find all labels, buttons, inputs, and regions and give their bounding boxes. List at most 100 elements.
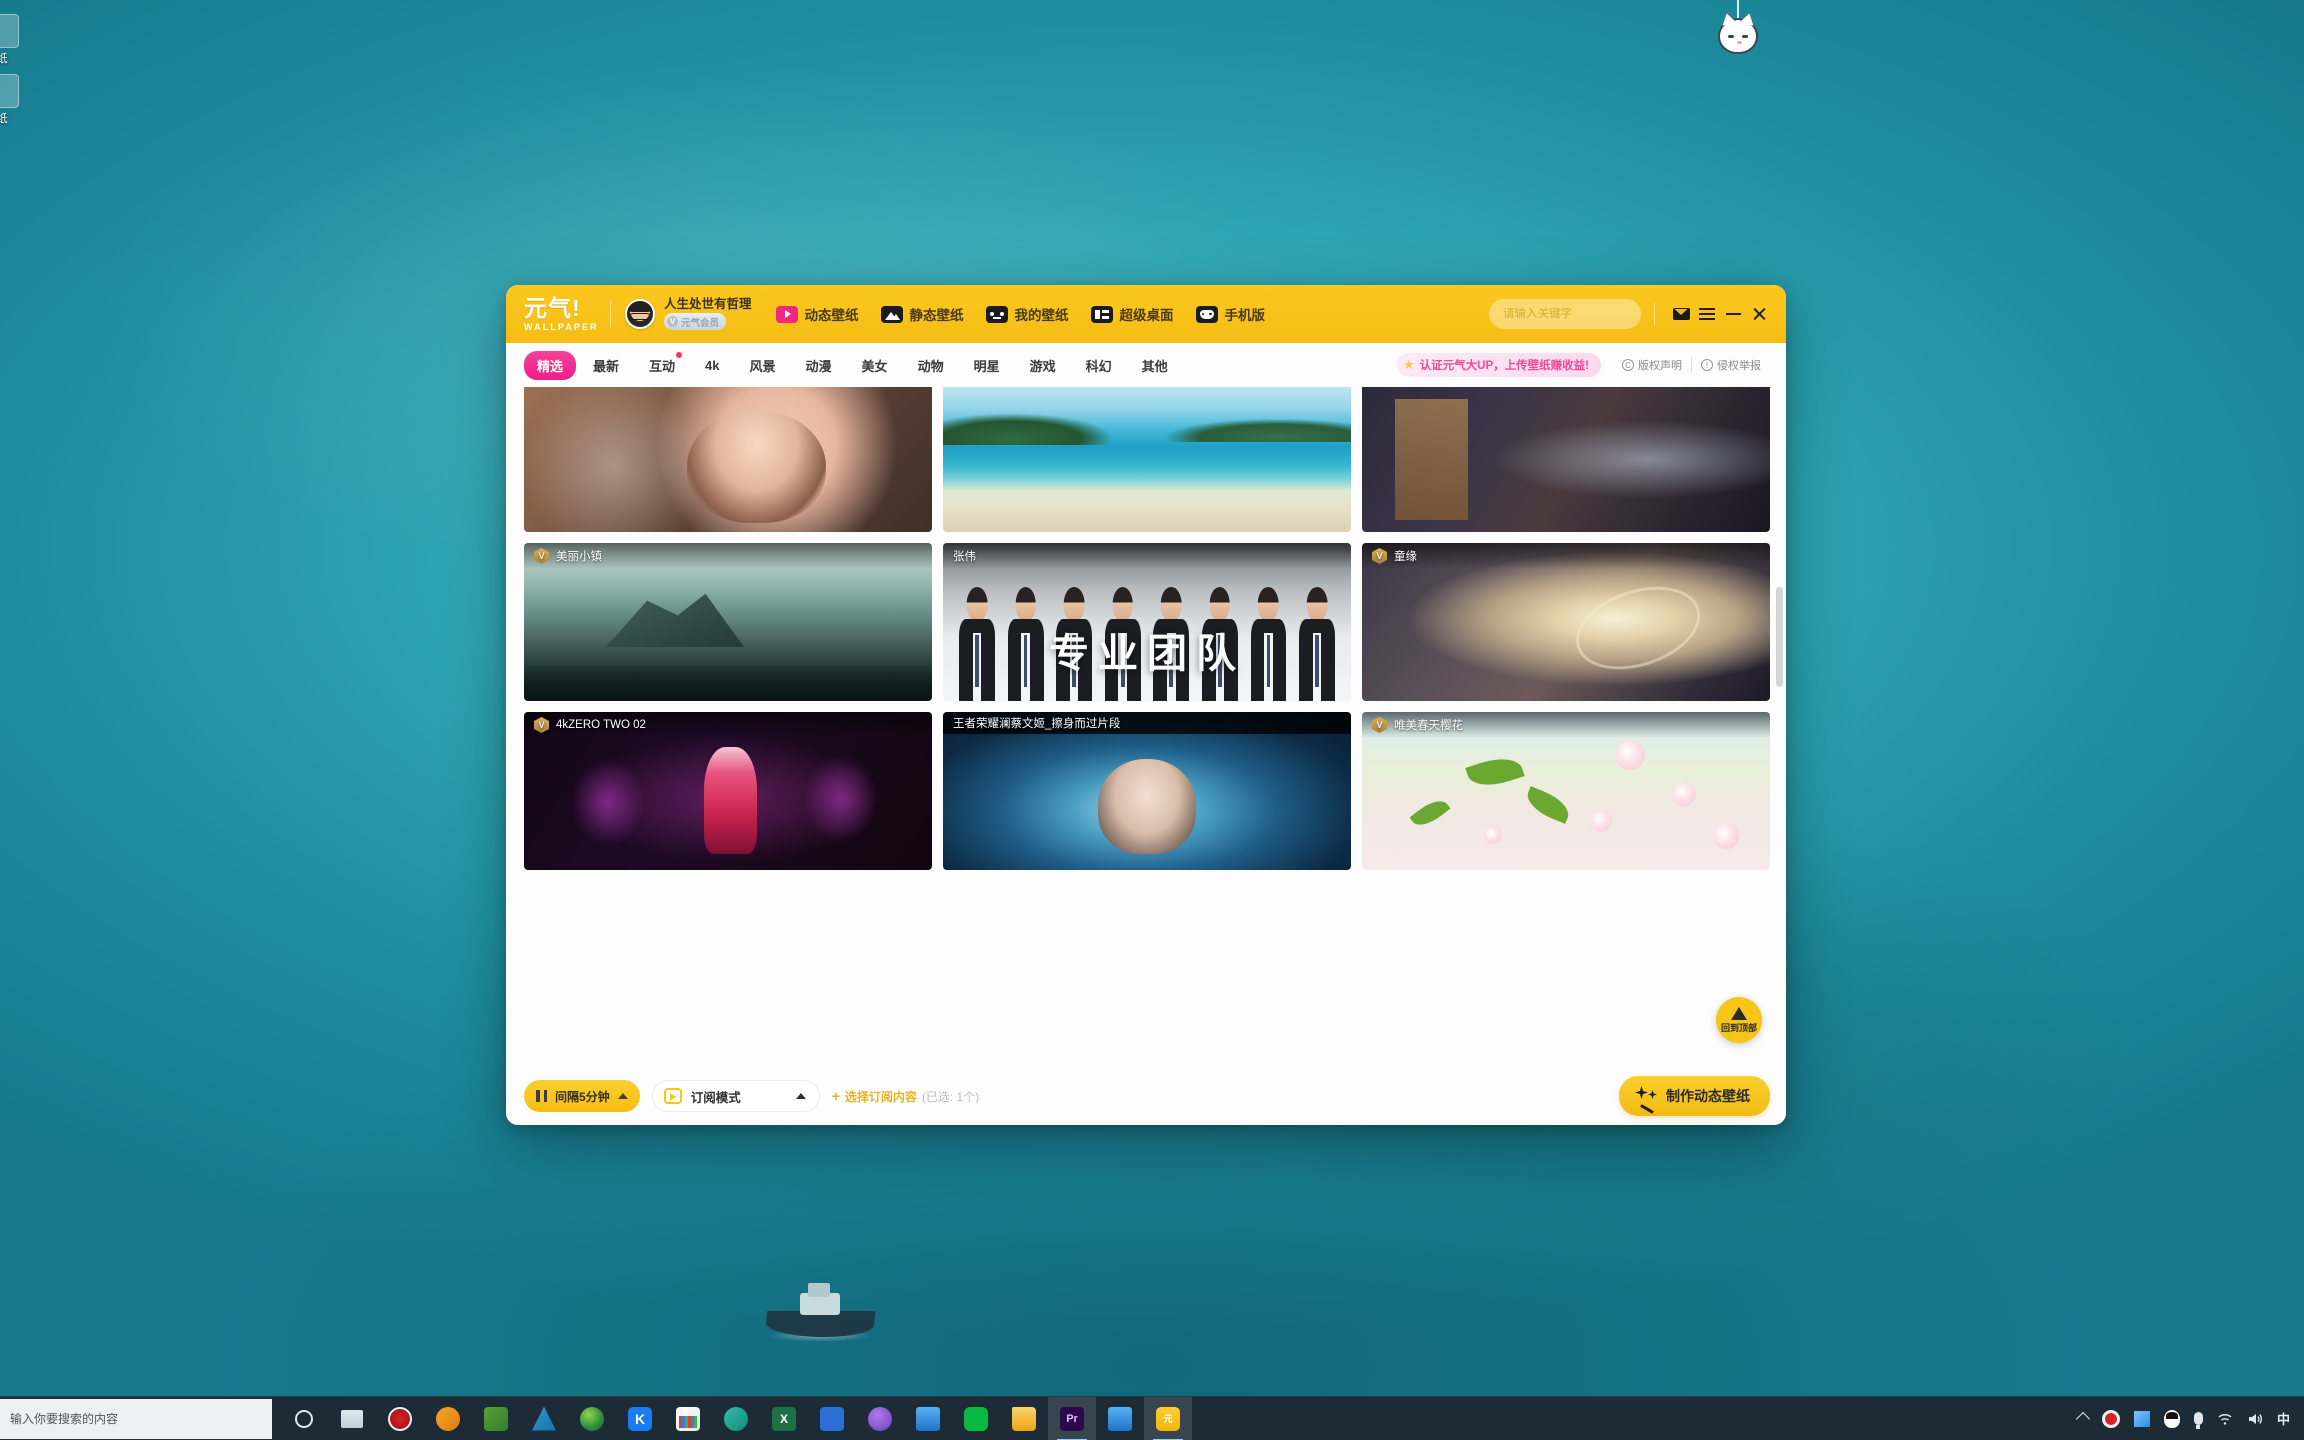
search-input[interactable] [1503, 308, 1657, 320]
taskbar-app-kugou[interactable]: K [616, 1397, 664, 1440]
screen-recorder-icon [388, 1406, 412, 1431]
nav-label: 静态壁纸 [909, 308, 964, 323]
volume-icon [2248, 1413, 2262, 1424]
tray-blue-app-icon[interactable] [2133, 1410, 2150, 1427]
user-profile[interactable]: 人生处世有哲理 V 元气会员 [625, 297, 752, 331]
taskbar-search-box[interactable]: 输入你要搜索的内容 [0, 1398, 272, 1439]
kugou-icon: K [628, 1406, 652, 1431]
make-dynamic-wallpaper-button[interactable]: 制作动态壁纸 [1619, 1076, 1770, 1116]
wallpaper-card[interactable]: V 4kZERO TWO 02 [524, 712, 932, 870]
mode-select[interactable]: 订阅模式 [651, 1080, 820, 1112]
interval-button[interactable]: 间隔5分钟 [524, 1080, 640, 1112]
wallpaper-card[interactable] [524, 387, 932, 532]
taskbar-app-file-explorer[interactable] [1000, 1397, 1048, 1440]
taskbar-app-wechat[interactable] [952, 1397, 1000, 1440]
close-icon [1752, 307, 1767, 322]
tab-meinv[interactable]: 美女 [849, 351, 901, 380]
app-logo[interactable]: 元气! WALLPAPER [524, 293, 600, 335]
tab-jingxuan[interactable]: 精选 [524, 350, 577, 380]
wallpaper-grid: V 美丽小镇 专业团队 张伟 V 童缘 V 4kZERO TWO 02 王者荣耀… [524, 387, 1770, 870]
taskbar-app-task-view[interactable] [328, 1397, 376, 1440]
cat-nose-icon [1737, 41, 1742, 44]
taskbar-app-office[interactable] [904, 1397, 952, 1440]
taskbar-app-excel[interactable]: X [760, 1397, 808, 1440]
tray-ime-indicator[interactable]: 中 [2277, 1409, 2290, 1428]
nav-item-super-desktop[interactable]: 超级桌面 [1090, 304, 1174, 324]
show-hidden-icons-button[interactable] [2075, 1411, 2091, 1426]
avatar[interactable] [625, 299, 655, 329]
taskbar-app-screen-recorder[interactable] [376, 1397, 424, 1440]
taskbar-app-browser[interactable] [568, 1397, 616, 1440]
taskbar-app-teal[interactable] [712, 1397, 760, 1440]
tray-wifi-icon[interactable] [2217, 1412, 2233, 1426]
my-wallpaper-icon [985, 305, 1008, 323]
vip-badge[interactable]: V 元气会员 [664, 313, 727, 331]
cat-ornament-widget[interactable] [1712, 0, 1764, 56]
tab-qita[interactable]: 其他 [1129, 351, 1181, 380]
wallpaper-card[interactable]: 王者荣耀澜蔡文姬_擦身而过片段 [943, 712, 1351, 870]
search-box[interactable] [1489, 299, 1657, 329]
taskbar-app-autocad[interactable] [520, 1397, 568, 1440]
pause-icon [536, 1090, 547, 1102]
app-bottom-bar: 间隔5分钟 订阅模式 + 选择订阅内容 (已选: 1个) 制作动态壁纸 [506, 1067, 1786, 1125]
green-app-icon [484, 1406, 508, 1431]
wallpaper-card[interactable]: V 美丽小镇 [524, 543, 932, 701]
mail-button[interactable] [1668, 301, 1694, 327]
wallpaper-card[interactable]: V 童缘 [1362, 543, 1770, 701]
nav-item-mobile-version[interactable]: 手机版 [1195, 304, 1265, 324]
vip-wallpaper-icon: V [534, 548, 549, 564]
tab-kehuan[interactable]: 科幻 [1073, 351, 1125, 380]
tab-zuixin[interactable]: 最新 [580, 351, 632, 380]
tab-dongman[interactable]: 动漫 [793, 351, 845, 380]
tray-recorder-icon[interactable] [2101, 1409, 2120, 1428]
desktop-icon[interactable]: 纸 [0, 14, 32, 66]
taskbar-app-store[interactable] [1096, 1397, 1144, 1440]
taskbar-app-premiere[interactable]: Pr [1048, 1396, 1096, 1440]
tab-4k[interactable]: 4k [692, 353, 732, 378]
nav-item-my-wallpaper[interactable]: 我的壁纸 [985, 304, 1069, 324]
wallpaper-card[interactable] [943, 387, 1351, 532]
infringement-report-link[interactable]: ! 侵权举报 [1691, 357, 1770, 373]
taskbar-app-cortana[interactable] [280, 1397, 328, 1440]
close-button[interactable] [1746, 301, 1772, 327]
back-to-top-button[interactable]: 回到顶部 [1716, 997, 1762, 1043]
legal-label: 版权声明 [1638, 360, 1682, 372]
vertical-scrollbar[interactable] [1776, 587, 1783, 687]
nav-item-static-wallpaper[interactable]: 静态壁纸 [880, 304, 964, 324]
taskbar-app-orange[interactable] [424, 1397, 472, 1440]
tab-mingxing[interactable]: 明星 [961, 351, 1013, 380]
taskbar-app-purple[interactable] [856, 1397, 904, 1440]
taskbar-app-chart[interactable] [664, 1397, 712, 1440]
minimize-button[interactable] [1720, 301, 1746, 327]
wallpaper-grid-container: V 美丽小镇 专业团队 张伟 V 童缘 V 4kZERO TWO 02 王者荣耀… [506, 387, 1786, 1067]
select-subscription-content-button[interactable]: + 选择订阅内容 (已选: 1个) [832, 1088, 980, 1105]
taskbar-app-blue[interactable] [808, 1397, 856, 1440]
nav-item-dynamic-wallpaper[interactable]: 动态壁纸 [775, 304, 859, 324]
copyright-statement-link[interactable]: C 版权声明 [1613, 357, 1691, 373]
minimize-icon [1725, 313, 1741, 315]
legal-label: 侵权举报 [1717, 360, 1761, 372]
taskbar-app-green[interactable] [472, 1397, 520, 1440]
wallpaper-thumbnail [1362, 387, 1770, 532]
wallpaper-thumbnail [943, 387, 1351, 532]
tab-dongwu[interactable]: 动物 [905, 351, 957, 380]
cat-icon [1718, 11, 1758, 54]
tab-youxi[interactable]: 游戏 [1017, 351, 1069, 380]
subscription-label: 选择订阅内容 [844, 1089, 917, 1104]
taskbar-app-yuanqi-wallpaper[interactable]: 元 [1144, 1396, 1192, 1440]
promo-banner[interactable]: ★ 认证元气大UP，上传壁纸赚收益! [1397, 353, 1601, 377]
desktop-icon[interactable]: 纸 [0, 74, 32, 126]
wallpaper-title: 童缘 [1394, 551, 1417, 563]
menu-button[interactable] [1694, 301, 1720, 327]
wallpaper-card[interactable]: 专业团队 张伟 [943, 543, 1351, 701]
vip-check-icon: V [667, 316, 678, 328]
wallpaper-card[interactable] [1362, 387, 1770, 532]
tab-fengjing[interactable]: 风景 [737, 351, 789, 380]
tab-hudong[interactable]: 互动 [636, 351, 688, 380]
tray-microphone-icon[interactable] [2193, 1412, 2203, 1429]
tray-qq-icon[interactable] [2163, 1409, 2180, 1428]
wallpaper-thumbnail [943, 712, 1351, 870]
wallpaper-card[interactable]: V 唯美春天樱花 [1362, 712, 1770, 870]
tray-volume-icon[interactable] [2247, 1412, 2263, 1426]
mode-label: 订阅模式 [690, 1090, 741, 1105]
